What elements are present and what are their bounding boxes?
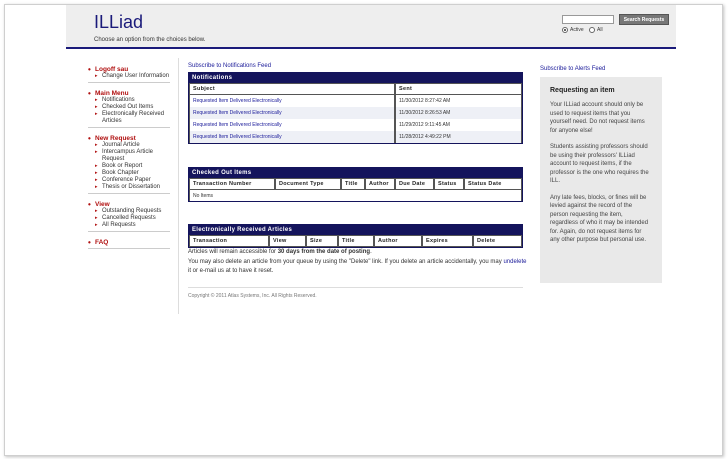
undelete-link[interactable]: undelete [503,259,526,265]
col-subject: Subject [189,83,395,95]
table-row: Requested Item Delivered Electronically … [189,95,522,107]
delete-note: You may also delete an article from your… [188,258,528,276]
alerts-feed-link[interactable]: Subscribe to Alerts Feed [540,66,605,72]
col-title: Title [338,235,374,247]
retention-note-bold: 30 days from the date of posting [277,249,371,255]
side-nav: Logoff sau Change User Information Main … [88,65,170,256]
info-paragraph: Any late fees, blocks, or fines will be … [550,194,649,244]
electronic-header-row: Transaction View Size Title Author Expir… [189,235,522,247]
col-author: Author [374,235,422,247]
col-document-type: Document Type [275,178,341,190]
nav-divider [88,82,170,83]
notification-sent: 11/28/2012 4:49:22 PM [395,131,522,143]
nav-main-menu[interactable]: Main Menu [88,89,170,98]
nav-item-conference-paper[interactable]: Conference Paper [88,177,170,184]
notification-subject-link[interactable]: Requested Item Delivered Electronically [189,119,395,131]
radio-all[interactable] [589,27,595,33]
nav-item-book-report[interactable]: Book or Report [88,163,170,170]
notifications-feed-link[interactable]: Subscribe to Notifications Feed [188,63,271,69]
col-title: Title [341,178,365,190]
nav-item-checked-out[interactable]: Checked Out Items [88,104,170,111]
notification-subject-link[interactable]: Requested Item Delivered Electronically [189,107,395,119]
retention-note-pre: Articles will remain accessible for [188,249,278,255]
notification-sent: 11/29/2012 9:11:45 AM [395,119,522,131]
table-row: Requested Item Delivered Electronically … [189,107,522,119]
notifications-title: Notifications [189,73,522,83]
nav-new-request[interactable]: New Request [88,134,170,143]
nav-view[interactable]: View [88,200,170,209]
nav-divider [88,248,170,249]
nav-item-change-user-info[interactable]: Change User Information [88,73,170,80]
col-size: Size [306,235,338,247]
checked-out-header-row: Transaction Number Document Type Title A… [189,178,522,190]
nav-item-outstanding[interactable]: Outstanding Requests [88,208,170,215]
delete-note-end: it or e-mail us at to have it reset. [188,268,274,274]
col-expires: Expires [422,235,473,247]
radio-active[interactable] [562,27,568,33]
electronic-articles-title: Electronically Received Articles [189,225,522,235]
nav-item-cancelled[interactable]: Cancelled Requests [88,215,170,222]
nav-divider [88,127,170,128]
nav-item-intercampus[interactable]: Intercampus Article Request [88,149,170,163]
radio-all-label: All [597,27,603,33]
table-row: Requested Item Delivered Electronically … [189,131,522,143]
delete-note-text: You may also delete an article from your… [188,259,504,265]
radio-active-label: Active [570,27,584,33]
col-delete: Delete [473,235,522,247]
copyright: Copyright © 2011 Atlas Systems, Inc. All… [188,293,317,299]
nav-item-thesis[interactable]: Thesis or Dissertation [88,184,170,191]
info-paragraph: Your ILLiad account should only be used … [550,102,645,134]
nav-item-book-chapter[interactable]: Book Chapter [88,170,170,177]
table-row: Requested Item Delivered Electronically … [189,119,522,131]
col-due-date: Due Date [395,178,434,190]
footer-divider [188,287,523,288]
col-transaction: Transaction [189,235,269,247]
nav-item-electronic-articles[interactable]: Electronically Received Articles [88,111,170,125]
col-sent: Sent [395,83,522,95]
nav-item-all-requests[interactable]: All Requests [88,222,170,229]
search-requests-button[interactable]: Search Requests [619,14,669,25]
column-divider [178,58,179,314]
notification-sent: 11/30/2012 8:27:42 AM [395,95,522,107]
retention-note-post: . [370,249,372,255]
col-transaction-number: Transaction Number [189,178,275,190]
nav-faq[interactable]: FAQ [88,238,170,247]
notification-subject-link[interactable]: Requested Item Delivered Electronically [189,131,395,143]
col-view: View [269,235,306,247]
notifications-table: Notifications Subject Sent Requested Ite… [188,72,523,144]
info-panel-title: Requesting an item [550,87,615,94]
nav-item-notifications[interactable]: Notifications [88,97,170,104]
nav-logoff[interactable]: Logoff sau [88,65,170,74]
checked-out-title: Checked Out Items [189,168,522,178]
retention-note: Articles will remain accessible for 30 d… [188,248,528,257]
checked-out-table: Checked Out Items Transaction Number Doc… [188,167,523,202]
col-status-date: Status Date [464,178,522,190]
notification-subject-link[interactable]: Requested Item Delivered Electronically [189,95,395,107]
notifications-header-row: Subject Sent [189,83,522,95]
nav-item-journal-article[interactable]: Journal Article [88,142,170,149]
empty-row: No Items [189,190,522,201]
col-author: Author [365,178,395,190]
nav-divider [88,193,170,194]
app-subtitle: Choose an option from the choices below. [94,37,206,43]
app-title: ILLiad [94,12,144,32]
electronic-articles-table: Electronically Received Articles Transac… [188,224,523,248]
info-paragraph: Students assisting professors should be … [550,144,649,184]
col-status: Status [434,178,464,190]
nav-divider [88,231,170,232]
notification-sent: 11/30/2012 8:26:53 AM [395,107,522,119]
search-input[interactable] [562,15,614,24]
info-panel: Requesting an item Your ILLiad account s… [540,77,662,283]
